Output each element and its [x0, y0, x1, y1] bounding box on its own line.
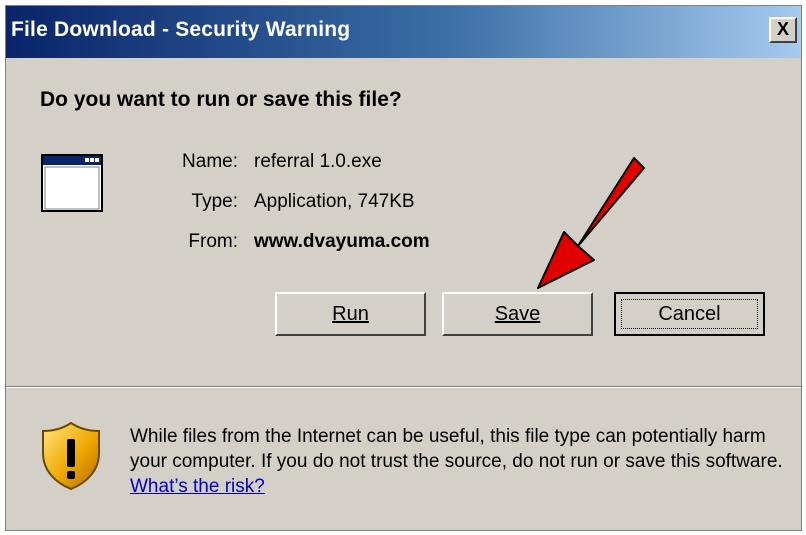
security-shield-warning-icon — [42, 421, 100, 491]
file-source-value: www.dvayuma.com — [254, 231, 430, 252]
close-icon: X — [776, 19, 789, 39]
run-button[interactable]: Run — [275, 292, 426, 336]
save-button[interactable]: Save — [442, 292, 593, 336]
security-warning-dialog: File Download - Security Warning X Do yo… — [5, 5, 802, 531]
separator-highlight — [6, 387, 801, 388]
whats-the-risk-link[interactable]: What’s the risk? — [130, 476, 265, 497]
save-button-label: Save — [494, 303, 541, 325]
cancel-button-label: Cancel — [658, 303, 721, 325]
file-name-value: referral 1.0.exe — [254, 151, 382, 172]
warning-message: While files from the Internet can be use… — [130, 424, 795, 499]
type-label: Type: — [191, 191, 238, 212]
cancel-focus-ring: Cancel — [621, 299, 758, 329]
from-label: From: — [188, 231, 238, 252]
name-label: Name: — [182, 151, 238, 172]
red-arrow-annotation — [537, 157, 645, 289]
cancel-button[interactable]: Cancel — [614, 292, 765, 336]
warning-text: While files from the Internet can be use… — [130, 426, 783, 472]
file-name-row: Name: referral 1.0.exe — [6, 151, 801, 175]
file-type-row: Type: Application, 747KB — [6, 191, 801, 215]
question-heading: Do you want to run or save this file? — [40, 88, 402, 111]
window-title: File Download - Security Warning — [11, 18, 351, 41]
file-type-value: Application, 747KB — [254, 191, 415, 212]
run-button-label: Run — [332, 303, 369, 325]
title-bar[interactable]: File Download - Security Warning X — [6, 6, 801, 58]
close-button[interactable]: X — [769, 17, 797, 43]
file-from-row: From: www.dvayuma.com — [6, 231, 801, 255]
